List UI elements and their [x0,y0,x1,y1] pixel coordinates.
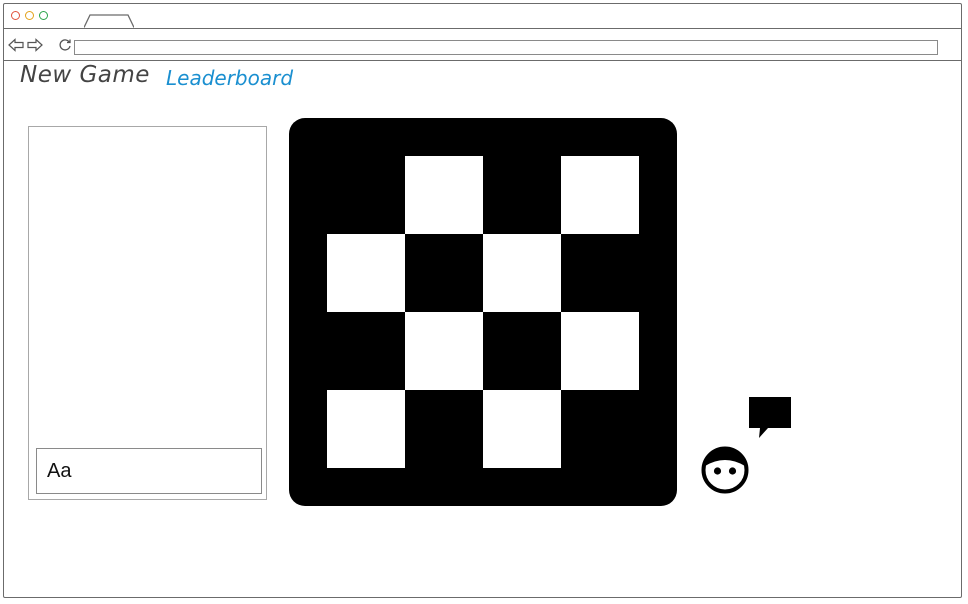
board-square[interactable] [327,312,405,390]
board-grid [327,156,639,468]
close-window-icon[interactable] [11,11,20,20]
board-square[interactable] [405,312,483,390]
avatar-face-icon[interactable] [701,446,749,494]
board-square[interactable] [327,234,405,312]
board-square[interactable] [483,312,561,390]
board-square[interactable] [561,312,639,390]
arrow-left-icon[interactable] [8,38,24,52]
minimize-window-icon[interactable] [25,11,34,20]
board-square[interactable] [561,234,639,312]
url-input[interactable] [74,40,938,55]
reload-icon[interactable] [58,38,72,52]
game-board [289,118,677,506]
board-square[interactable] [483,234,561,312]
board-square[interactable] [405,156,483,234]
board-square[interactable] [405,234,483,312]
new-game-link[interactable]: New Game [20,62,150,88]
chat-panel [28,126,267,500]
board-square[interactable] [561,390,639,468]
board-square[interactable] [405,390,483,468]
browser-titlebar [4,4,961,29]
board-square[interactable] [483,156,561,234]
board-square[interactable] [327,156,405,234]
browser-addressbar [4,29,961,61]
leaderboard-link[interactable]: Leaderboard [166,66,293,90]
board-square[interactable] [327,390,405,468]
browser-tab[interactable] [84,14,134,28]
maximize-window-icon[interactable] [39,11,48,20]
board-square[interactable] [561,156,639,234]
board-square[interactable] [483,390,561,468]
arrow-right-icon[interactable] [27,38,43,52]
speech-bubble-icon[interactable] [748,396,792,440]
chat-message-input[interactable]: Aa [36,448,262,494]
